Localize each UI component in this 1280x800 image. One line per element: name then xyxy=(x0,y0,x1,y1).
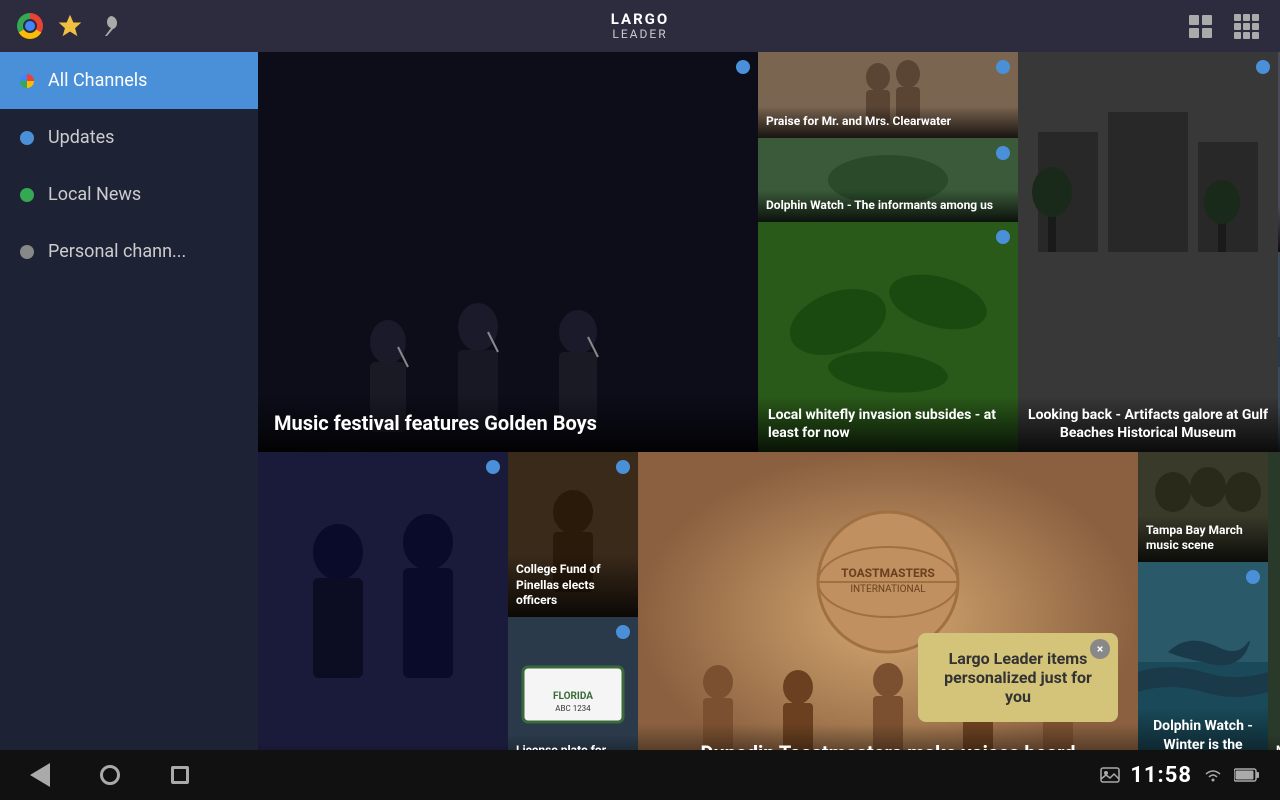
row2: Daryl Hall, John Oates at REH College Fu… xyxy=(258,452,1280,750)
card-dolphin-small[interactable]: Dolphin Watch - The informants among us xyxy=(758,138,1018,222)
back-button[interactable] xyxy=(20,755,60,795)
dolphin-small-dot xyxy=(996,146,1010,160)
tooltip-close-button[interactable]: × xyxy=(1090,639,1110,659)
sidebar-item-label: Personal chann... xyxy=(48,241,186,262)
dolphin-teen-title: Dolphin Watch - Winter is the time for t… xyxy=(1153,718,1253,750)
looking-back-overlay: Looking back - Artifacts galore at Gulf … xyxy=(1018,396,1278,452)
col-tampa-dolphin: Tampa Bay March music scene xyxy=(1138,452,1268,750)
college-overlay: College Fund of Pinellas elects officers xyxy=(508,554,638,617)
svg-text:INTERNATIONAL: INTERNATIONAL xyxy=(850,584,926,595)
card-main-concert[interactable]: Music festival features Golden Boys xyxy=(258,52,758,452)
top-bar: LARGO LEADER xyxy=(0,0,1280,52)
sidebar-item-label: Local News xyxy=(48,184,141,205)
close-x: × xyxy=(1097,642,1103,656)
toastmasters-overlay: Dunedin Toastmasters make voices heard xyxy=(638,724,1138,750)
main-area: All Channels Updates Local News Personal… xyxy=(0,52,1280,750)
all-channels-dot xyxy=(20,74,34,88)
chrome-icon[interactable] xyxy=(16,12,44,40)
bottombar-right: 11:58 xyxy=(1100,763,1260,788)
battery-icon xyxy=(1234,768,1260,782)
app-title-area: LARGO LEADER xyxy=(611,11,670,42)
card-dolphin-teen[interactable]: Dolphin Watch - Winter is the time for t… xyxy=(1138,562,1268,750)
star-icon[interactable] xyxy=(56,12,84,40)
concert-overlay: Music festival features Golden Boys xyxy=(258,394,758,452)
looking-back-title: Looking back - Artifacts galore at Gulf … xyxy=(1028,407,1268,441)
sidebar-item-all-channels[interactable]: All Channels xyxy=(0,52,258,109)
tooltip-text: Largo Leader items personalized just for… xyxy=(944,649,1092,706)
sidebar: All Channels Updates Local News Personal… xyxy=(0,52,258,750)
dolphin-teen-overlay: Dolphin Watch - Winter is the time for t… xyxy=(1138,707,1268,750)
tampa-title: Tampa Bay March music scene xyxy=(1146,523,1243,553)
dolphin-small-title: Dolphin Watch - The informants among us xyxy=(766,198,993,212)
recent-button[interactable] xyxy=(160,755,200,795)
whitefly-title: Local whitefly invasion subsides - at le… xyxy=(768,407,996,441)
card-whitefly[interactable]: Local whitefly invasion subsides - at le… xyxy=(758,222,1018,452)
topbar-left xyxy=(16,12,124,40)
bottom-bar: 11:58 xyxy=(0,750,1280,800)
card-toastmasters[interactable]: TOASTMASTERS INTERNATIONAL xyxy=(638,452,1138,750)
card-looking-back[interactable]: Looking back - Artifacts galore at Gulf … xyxy=(1018,52,1278,452)
man-arrested-title: Man arrested for molesting four boys xyxy=(1276,743,1280,750)
dolphin-small-overlay: Dolphin Watch - The informants among us xyxy=(758,190,1018,222)
toastmasters-title: Dunedin Toastmasters make voices heard xyxy=(700,741,1075,750)
topbar-right xyxy=(1182,8,1264,44)
license-title: License plate for fallen law officers xyxy=(516,743,612,750)
concert-dot xyxy=(736,60,750,74)
row1: Music festival features Golden Boys xyxy=(258,52,1280,452)
svg-text:ABC 1234: ABC 1234 xyxy=(555,704,591,713)
grid-2-icon[interactable] xyxy=(1182,8,1218,44)
cards-area: Music festival features Golden Boys xyxy=(258,52,1280,750)
license-dot xyxy=(616,625,630,639)
license-overlay: License plate for fallen law officers xyxy=(508,735,638,750)
college-title: College Fund of Pinellas elects officers xyxy=(516,562,601,607)
card-college-fund[interactable]: College Fund of Pinellas elects officers xyxy=(508,452,638,617)
card-man-arrested[interactable]: Man arrested for molesting four boys xyxy=(1268,452,1280,750)
personal-dot xyxy=(20,245,34,259)
local-news-dot xyxy=(20,188,34,202)
sidebar-item-updates[interactable]: Updates xyxy=(0,109,258,166)
card-license-plate[interactable]: FLORIDA ABC 1234 License plate for falle… xyxy=(508,617,638,750)
praise-dot xyxy=(996,60,1010,74)
sidebar-item-local-news[interactable]: Local News xyxy=(0,166,258,223)
sidebar-item-label: All Channels xyxy=(48,70,147,91)
app-subtitle: LEADER xyxy=(611,27,670,41)
image-icon xyxy=(1100,765,1120,785)
looking-back-dot xyxy=(1256,60,1270,74)
dolphin-teen-dot xyxy=(1246,570,1260,584)
sidebar-item-label: Updates xyxy=(48,127,114,148)
svg-text:TOASTMASTERS: TOASTMASTERS xyxy=(841,566,935,580)
card-praise[interactable]: Praise for Mr. and Mrs. Clearwater xyxy=(758,52,1018,138)
updates-dot xyxy=(20,131,34,145)
praise-overlay: Praise for Mr. and Mrs. Clearwater xyxy=(758,106,1018,138)
tools-icon[interactable] xyxy=(96,12,124,40)
app-title: LARGO xyxy=(611,11,670,28)
daryl-dot xyxy=(486,460,500,474)
grid-3-icon[interactable] xyxy=(1228,8,1264,44)
tampa-overlay: Tampa Bay March music scene xyxy=(1138,515,1268,562)
svg-text:FLORIDA: FLORIDA xyxy=(553,691,593,702)
wifi-icon xyxy=(1202,766,1224,784)
college-dot xyxy=(616,460,630,474)
tooltip-popup: × Largo Leader items personalized just f… xyxy=(918,633,1118,722)
whitefly-overlay: Local whitefly invasion subsides - at le… xyxy=(758,396,1018,452)
concert-title: Music festival features Golden Boys xyxy=(274,411,597,435)
card-tampa-bay[interactable]: Tampa Bay March music scene xyxy=(1138,452,1268,562)
time-display: 11:58 xyxy=(1130,763,1192,788)
card-daryl-hall[interactable]: Daryl Hall, John Oates at REH xyxy=(258,452,508,750)
home-button[interactable] xyxy=(90,755,130,795)
man-arrested-overlay: Man arrested for molesting four boys xyxy=(1268,735,1280,750)
sidebar-item-personal[interactable]: Personal chann... xyxy=(0,223,258,280)
col-college-license: College Fund of Pinellas elects officers… xyxy=(508,452,638,750)
praise-title: Praise for Mr. and Mrs. Clearwater xyxy=(766,114,951,128)
whitefly-dot xyxy=(996,230,1010,244)
col2-group: Praise for Mr. and Mrs. Clearwater Dolph… xyxy=(758,52,1018,452)
